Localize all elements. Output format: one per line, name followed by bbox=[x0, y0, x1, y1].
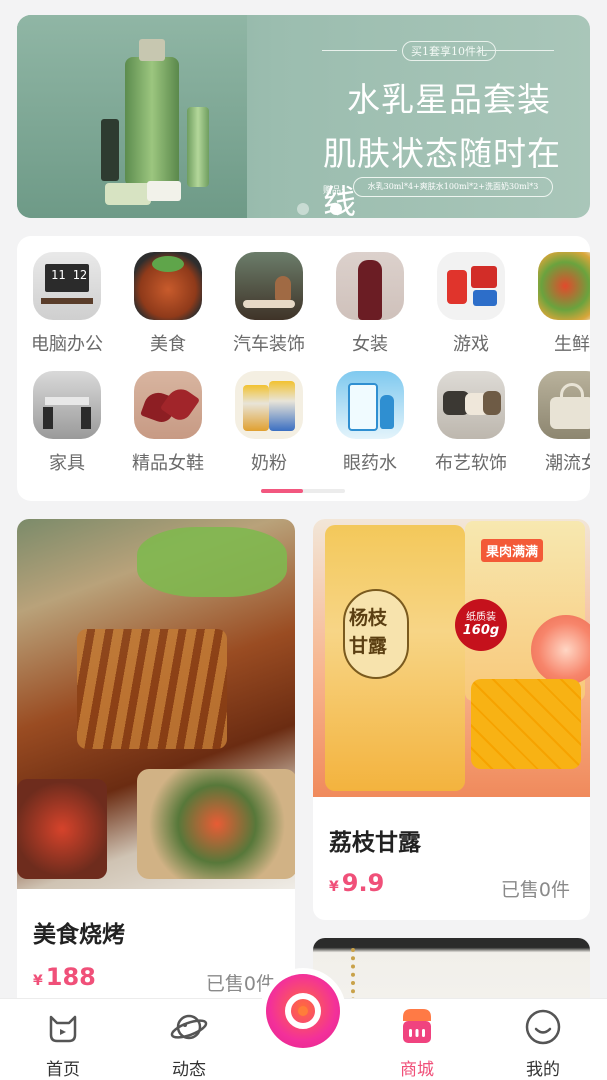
fresh-produce-icon bbox=[538, 252, 590, 320]
category-fresh-produce[interactable]: 生鲜 bbox=[522, 252, 590, 356]
product-image: 杨枝 甘露 果肉满满 纸质装 160g bbox=[313, 519, 590, 797]
category-label: 潮流女 bbox=[545, 453, 590, 474]
furniture-icon bbox=[33, 371, 101, 439]
tab-profile[interactable]: 我的 bbox=[493, 1007, 593, 1080]
carousel-dot[interactable] bbox=[297, 203, 309, 215]
category-label: 布艺软饰 bbox=[435, 453, 507, 474]
category-label: 眼药水 bbox=[343, 453, 397, 474]
womens-shoes-icon bbox=[134, 371, 202, 439]
category-label: 奶粉 bbox=[251, 453, 287, 474]
computer-office-icon: 11 12 bbox=[33, 252, 101, 320]
divider bbox=[322, 50, 397, 51]
category-page-indicator bbox=[261, 489, 345, 493]
banner-subheadline: 肌肤状态随时在线 bbox=[323, 134, 561, 218]
tab-label: 我的 bbox=[526, 1060, 560, 1080]
weight-badge: 纸质装 160g bbox=[455, 599, 507, 651]
banner-bottle-dark bbox=[101, 119, 119, 181]
camera-icon bbox=[285, 993, 321, 1029]
tab-shop[interactable]: 商城 bbox=[367, 1007, 467, 1080]
category-label: 家具 bbox=[49, 453, 85, 474]
category-panel: 11 12 电脑办公 美食 汽车装饰 女装 游戏 生鲜 家具 精品女鞋 奶粉 眼… bbox=[17, 236, 590, 501]
category-label: 游戏 bbox=[453, 334, 489, 355]
tab-label: 动态 bbox=[172, 1060, 206, 1080]
carousel-dot-active[interactable] bbox=[330, 203, 342, 215]
eye-drops-icon bbox=[336, 371, 404, 439]
category-label: 汽车装饰 bbox=[233, 334, 305, 355]
pack-label-2: 甘露 bbox=[349, 635, 388, 657]
currency-symbol: ¥ bbox=[329, 879, 339, 895]
shop-icon bbox=[403, 1009, 431, 1043]
category-womens-shoes[interactable]: 精品女鞋 bbox=[118, 371, 218, 475]
product-title: 美食烧烤 bbox=[33, 922, 125, 948]
category-label: 精品女鞋 bbox=[132, 453, 204, 474]
tab-home[interactable]: 首页 bbox=[13, 1007, 113, 1080]
profile-icon bbox=[525, 1009, 561, 1045]
category-label: 美食 bbox=[150, 334, 186, 355]
tab-label: 商城 bbox=[400, 1060, 434, 1080]
promo-banner[interactable]: 买1套享10件礼 水乳星品套装 肌肤状态随时在线 赠品: 水乳30ml*4+爽肤… bbox=[17, 15, 590, 218]
price-value: 188 bbox=[45, 963, 96, 991]
pack-label-1: 杨枝 bbox=[349, 607, 388, 629]
food-icon bbox=[134, 252, 202, 320]
category-car-decor[interactable]: 汽车装饰 bbox=[219, 252, 319, 356]
game-icon bbox=[437, 252, 505, 320]
tab-label: 首页 bbox=[46, 1060, 80, 1080]
category-furniture[interactable]: 家具 bbox=[17, 371, 117, 475]
price-value: 9.9 bbox=[341, 869, 385, 897]
banner-bottle-small bbox=[187, 107, 209, 187]
banner-jar bbox=[105, 183, 151, 205]
milk-powder-icon bbox=[235, 371, 303, 439]
product-title: 荔枝甘露 bbox=[329, 830, 421, 856]
fashion-women-icon bbox=[538, 371, 590, 439]
car-decor-icon bbox=[235, 252, 303, 320]
tab-feed[interactable]: 动态 bbox=[139, 1007, 239, 1080]
currency-symbol: ¥ bbox=[33, 973, 43, 989]
category-milk-powder[interactable]: 奶粉 bbox=[219, 371, 319, 475]
planet-icon bbox=[170, 1014, 208, 1040]
category-game[interactable]: 游戏 bbox=[421, 252, 521, 356]
side-label: 果肉满满 bbox=[481, 539, 544, 562]
category-fabric-decor[interactable]: 布艺软饰 bbox=[421, 371, 521, 475]
banner-gift-label: 赠品: bbox=[323, 186, 345, 196]
product-image bbox=[17, 519, 295, 889]
category-label: 电脑办公 bbox=[31, 334, 103, 355]
category-food[interactable]: 美食 bbox=[118, 252, 218, 356]
category-womens-clothing[interactable]: 女装 bbox=[320, 252, 420, 356]
banner-bottle-main bbox=[125, 39, 179, 187]
womens-clothing-icon bbox=[336, 252, 404, 320]
category-computer-office[interactable]: 11 12 电脑办公 bbox=[17, 252, 117, 356]
camera-button[interactable] bbox=[266, 974, 340, 1048]
category-eye-drops[interactable]: 眼药水 bbox=[320, 371, 420, 475]
banner-headline: 水乳星品套装 bbox=[347, 80, 551, 119]
fabric-decor-icon bbox=[437, 371, 505, 439]
product-card[interactable]: 美食烧烤 ¥188 已售0件 bbox=[17, 519, 295, 1039]
banner-gift-items: 水乳30ml*4+爽肤水100ml*2+洗面奶30ml*3 bbox=[353, 177, 553, 197]
sold-count: 已售0件 bbox=[205, 973, 275, 995]
banner-tagline: 买1套享10件礼 bbox=[402, 41, 496, 61]
banner-jar-white bbox=[147, 181, 181, 201]
sold-count: 已售0件 bbox=[500, 879, 570, 901]
category-fashion-women[interactable]: 潮流女 bbox=[522, 371, 590, 475]
product-price: ¥188 bbox=[33, 963, 96, 991]
product-price: ¥9.9 bbox=[329, 869, 384, 897]
category-label: 女装 bbox=[352, 334, 388, 355]
category-label: 生鲜 bbox=[554, 334, 590, 355]
home-icon bbox=[49, 1015, 77, 1043]
product-card[interactable]: 杨枝 甘露 果肉满满 纸质装 160g 荔枝甘露 ¥9.9 已售0件 bbox=[313, 519, 590, 920]
